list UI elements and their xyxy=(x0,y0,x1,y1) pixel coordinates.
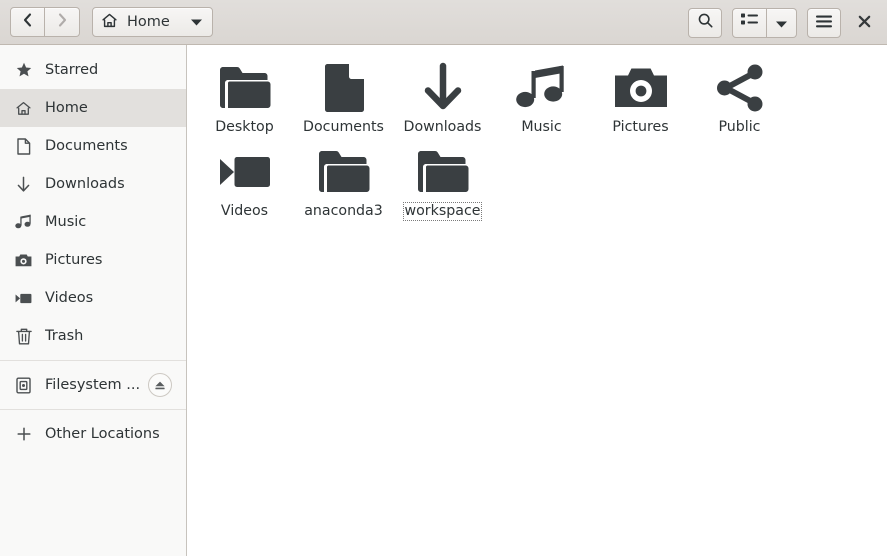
file-item-anaconda3[interactable]: anaconda3 xyxy=(294,143,393,227)
search-button[interactable] xyxy=(688,7,722,38)
close-icon xyxy=(858,13,871,32)
sidebar-item-label: Filesystem ... xyxy=(45,377,141,393)
file-item-desktop[interactable]: Desktop xyxy=(195,59,294,143)
file-item-label: Music xyxy=(521,119,562,135)
file-item-workspace[interactable]: workspace xyxy=(393,143,492,227)
navigation-button-group xyxy=(10,7,80,37)
hamburger-menu-icon xyxy=(816,13,832,32)
camera-icon xyxy=(15,252,32,269)
document-icon xyxy=(15,137,32,155)
file-item-label: Documents xyxy=(303,119,384,135)
path-bar-home-button[interactable]: Home xyxy=(92,7,213,37)
file-item-label: workspace xyxy=(402,202,483,221)
sidebar-item-pictures[interactable]: Pictures xyxy=(0,241,186,279)
file-item-label: Videos xyxy=(220,203,269,219)
download-arrow-icon xyxy=(15,176,32,193)
camera-icon xyxy=(613,61,669,115)
view-mode-button-group xyxy=(732,7,797,38)
back-button[interactable] xyxy=(10,7,45,37)
close-window-button[interactable] xyxy=(851,8,877,38)
sidebar-item-videos[interactable]: Videos xyxy=(0,279,186,317)
music-note-icon xyxy=(514,61,570,115)
sidebar: Starred Home Documents Downloads Music P… xyxy=(0,45,187,556)
sidebar-item-label: Downloads xyxy=(45,176,125,192)
video-icon xyxy=(15,290,32,307)
sidebar-separator xyxy=(0,409,186,410)
file-item-videos[interactable]: Videos xyxy=(195,143,294,227)
header-bar: Home xyxy=(0,0,887,45)
trash-icon xyxy=(15,328,32,345)
eject-icon xyxy=(154,376,166,395)
eject-button[interactable] xyxy=(148,373,172,397)
home-icon xyxy=(101,12,118,33)
download-arrow-icon xyxy=(415,61,471,115)
sidebar-item-music[interactable]: Music xyxy=(0,203,186,241)
sidebar-separator xyxy=(0,360,186,361)
file-item-label: anaconda3 xyxy=(304,203,383,219)
sidebar-item-label: Documents xyxy=(45,138,128,154)
music-note-icon xyxy=(15,214,32,231)
file-manager-window: Home Starred Home Documents Downloads Mu… xyxy=(0,0,887,556)
file-grid: Desktop Documents Downloads Music Pictur… xyxy=(187,45,887,556)
forward-arrow-icon xyxy=(57,12,68,32)
path-bar-label: Home xyxy=(127,14,170,30)
sidebar-item-label: Music xyxy=(45,214,87,230)
video-icon xyxy=(217,145,273,199)
sidebar-item-other-locations[interactable]: Other Locations xyxy=(0,415,186,453)
sidebar-item-label: Trash xyxy=(45,328,84,344)
sidebar-item-label: Home xyxy=(45,100,88,116)
header-left-group: Home xyxy=(10,7,213,37)
window-body: Starred Home Documents Downloads Music P… xyxy=(0,45,887,556)
main-menu-button[interactable] xyxy=(807,7,841,38)
sidebar-item-label: Videos xyxy=(45,290,94,306)
back-arrow-icon xyxy=(22,12,33,32)
plus-icon xyxy=(15,426,32,443)
folder-icon xyxy=(415,145,471,199)
file-item-label: Downloads xyxy=(403,119,482,135)
file-item-public[interactable]: Public xyxy=(690,59,789,143)
view-mode-dropdown-button[interactable] xyxy=(767,7,797,38)
sidebar-item-label: Other Locations xyxy=(45,426,160,442)
file-item-pictures[interactable]: Pictures xyxy=(591,59,690,143)
list-view-icon xyxy=(741,13,758,32)
forward-button[interactable] xyxy=(45,7,80,37)
file-item-label: Desktop xyxy=(215,119,274,135)
share-icon xyxy=(712,61,768,115)
drive-icon xyxy=(15,377,32,394)
sidebar-item-starred[interactable]: Starred xyxy=(0,51,186,89)
file-item-music[interactable]: Music xyxy=(492,59,591,143)
header-right-group xyxy=(688,0,877,45)
chevron-down-icon xyxy=(776,13,787,32)
sidebar-item-documents[interactable]: Documents xyxy=(0,127,186,165)
file-item-downloads[interactable]: Downloads xyxy=(393,59,492,143)
file-item-label: Public xyxy=(718,119,761,135)
sidebar-item-label: Pictures xyxy=(45,252,103,268)
file-item-label: Pictures xyxy=(612,119,669,135)
document-icon xyxy=(316,61,372,115)
sidebar-item-filesystem[interactable]: Filesystem ... xyxy=(0,366,186,404)
folder-icon xyxy=(217,61,273,115)
sidebar-item-home[interactable]: Home xyxy=(0,89,186,127)
file-item-documents[interactable]: Documents xyxy=(294,59,393,143)
folder-icon xyxy=(316,145,372,199)
star-icon xyxy=(15,62,32,79)
search-icon xyxy=(697,12,714,33)
home-icon xyxy=(15,100,32,117)
chevron-down-icon xyxy=(190,19,202,26)
sidebar-item-trash[interactable]: Trash xyxy=(0,317,186,355)
sidebar-item-downloads[interactable]: Downloads xyxy=(0,165,186,203)
sidebar-item-label: Starred xyxy=(45,62,99,78)
view-mode-button[interactable] xyxy=(732,7,767,38)
